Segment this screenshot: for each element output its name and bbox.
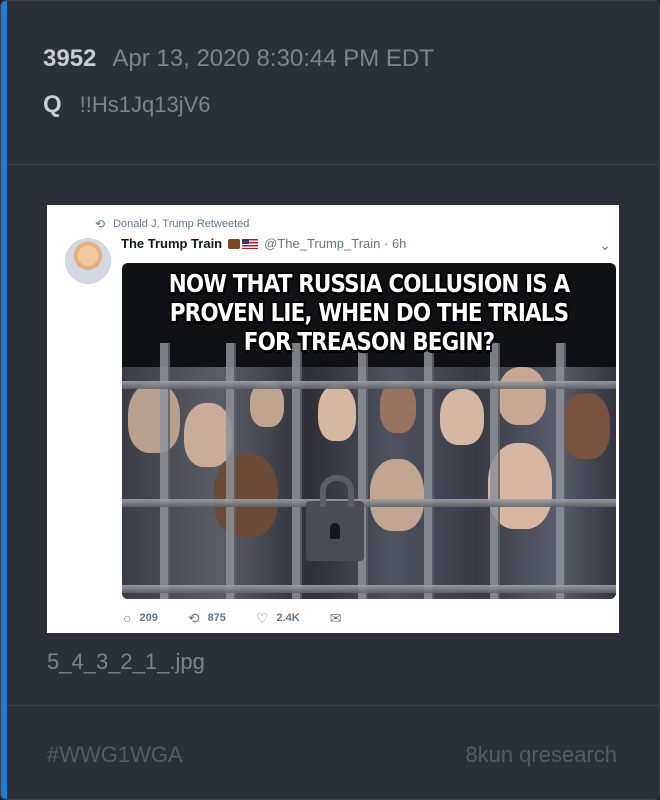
message-action: ✉ xyxy=(330,611,350,625)
meme-caption-line: FOR TREASON BEGIN? xyxy=(243,327,495,356)
footer-divider xyxy=(7,705,659,706)
chevron-down-icon: ⌄ xyxy=(599,237,611,253)
post-number[interactable]: 3952 xyxy=(43,45,96,73)
retweet-action: ⟲ 875 xyxy=(188,611,226,625)
retweet-line: ⟲ Donald J. Trump Retweeted xyxy=(95,217,249,231)
meme-caption: NOW THAT RUSSIA COLLUSION IS A PROVEN LI… xyxy=(157,269,582,356)
tripcode: !!Hs1Jq13jV6 xyxy=(79,92,211,117)
tweet-author: The Trump Train @The_Trump_Train · 6h xyxy=(121,236,406,251)
post-card: 3952 Apr 13, 2020 8:30:44 PM EDT Q !!Hs1… xyxy=(0,0,660,800)
reply-icon: ○ xyxy=(123,610,132,626)
tweet-handle: @The_Trump_Train · 6h xyxy=(264,236,407,251)
meme-image: NOW THAT RUSSIA COLLUSION IS A PROVEN LI… xyxy=(122,263,616,599)
tweet-actions: ○ 209 ⟲ 875 ♡ 2.4K ✉ xyxy=(123,611,379,625)
attachment-filename[interactable]: 5_4_3_2_1_.jpg xyxy=(47,649,205,675)
source-label: 8kun qresearch xyxy=(465,742,617,767)
meme-caption-line: NOW THAT RUSSIA COLLUSION IS A xyxy=(168,269,570,298)
envelope-icon: ✉ xyxy=(329,610,342,626)
like-count: 2.4K xyxy=(276,612,300,624)
us-flag-icon xyxy=(242,238,259,249)
tweet-author-name: The Trump Train xyxy=(121,236,223,251)
retweet-count: 875 xyxy=(207,612,226,624)
hashtag: #WWG1WGA xyxy=(47,742,183,767)
retweet-label: Donald J. Trump Retweeted xyxy=(113,218,250,230)
padlock-icon xyxy=(306,475,364,561)
retweet-icon: ⟲ xyxy=(187,610,200,626)
header-divider xyxy=(7,164,659,165)
like-action: ♡ 2.4K xyxy=(256,611,300,625)
post-author: Q xyxy=(43,91,62,118)
heart-icon: ♡ xyxy=(255,610,269,626)
train-emoji-icon xyxy=(228,238,241,249)
post-header: 3952 Apr 13, 2020 8:30:44 PM EDT Q !!Hs1… xyxy=(43,45,639,119)
emoji-group xyxy=(228,238,259,249)
meme-caption-line: PROVEN LIE, WHEN DO THE TRIALS xyxy=(169,298,569,327)
post-date: Apr 13, 2020 8:30:44 PM EDT xyxy=(112,45,434,72)
avatar xyxy=(65,238,111,284)
reply-action: ○ 209 xyxy=(123,611,158,625)
retweet-icon: ⟲ xyxy=(95,217,106,231)
accent-bar xyxy=(1,1,7,799)
reply-count: 209 xyxy=(139,612,158,624)
attached-image[interactable]: ⟲ Donald J. Trump Retweeted The Trump Tr… xyxy=(47,205,619,633)
